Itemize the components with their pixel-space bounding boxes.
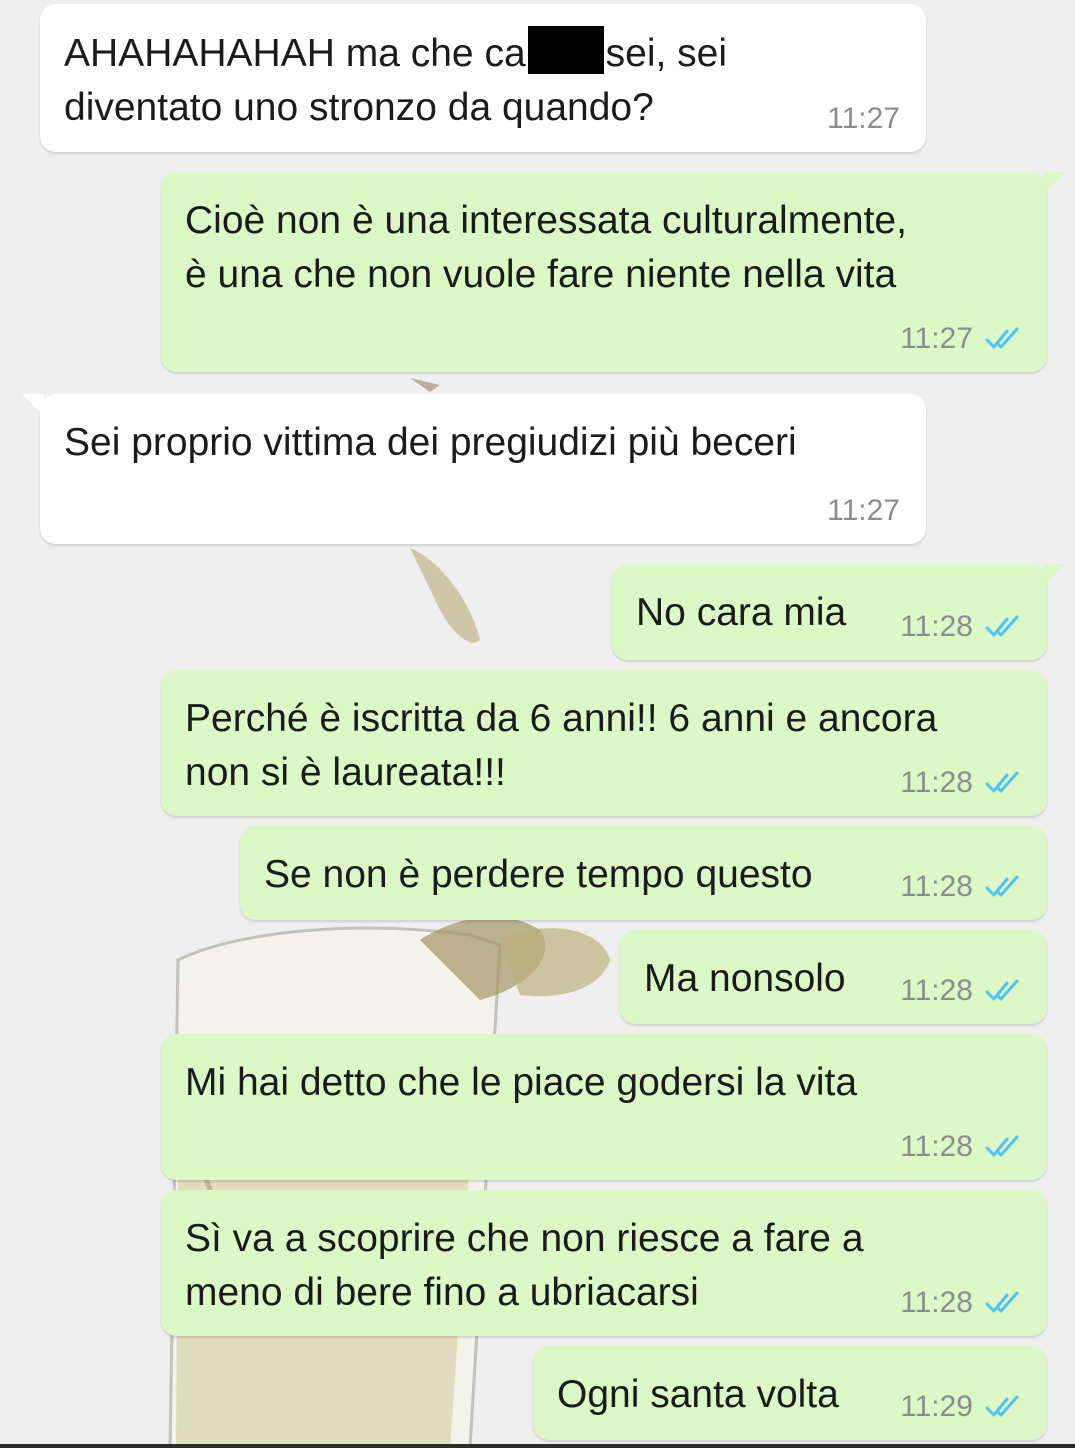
message-bubble-outgoing[interactable]: Sì va a scoprire che non riesce a fare a… — [161, 1190, 1047, 1336]
message-text: Cioè non è una interessata culturalmente… — [185, 199, 907, 296]
message-text: Sì va a scoprire che non riesce a fare a… — [185, 1217, 864, 1314]
message-time: 11:28 — [900, 1286, 973, 1319]
message-meta: 11:28 — [900, 766, 1021, 800]
message-text: Perché è iscritta da 6 anni!! 6 anni e a… — [185, 697, 938, 794]
message-meta: 11:27 — [827, 102, 900, 136]
message-text: AHAHAHAHAH ma che ca sei, sei diventato u… — [64, 26, 727, 135]
message-time: 11:28 — [900, 974, 973, 1007]
double-check-icon — [985, 979, 1019, 1001]
double-check-icon — [985, 1135, 1019, 1157]
message-meta: 11:28 — [900, 610, 1021, 644]
message-time: 11:28 — [900, 766, 973, 799]
double-check-icon — [985, 327, 1019, 349]
message-time: 11:28 — [900, 870, 973, 903]
message-time: 11:29 — [900, 1390, 973, 1423]
message-text: Mi hai detto che le piace godersi la vit… — [185, 1061, 858, 1104]
double-check-icon — [985, 771, 1019, 793]
double-check-icon — [985, 615, 1019, 637]
message-bubble-outgoing[interactable]: Perché è iscritta da 6 anni!! 6 anni e a… — [161, 670, 1047, 816]
message-time: 11:27 — [827, 102, 900, 135]
message-text: Ma nonsolo — [644, 957, 846, 1000]
message-time: 11:27 — [827, 494, 900, 527]
message-bubble-outgoing[interactable]: No cara mia 11:28 — [612, 564, 1065, 660]
message-bubble-outgoing[interactable]: Se non è perdere tempo questo 11:28 — [240, 826, 1047, 920]
double-check-icon — [985, 1291, 1019, 1313]
double-check-icon — [985, 1395, 1019, 1417]
message-meta: 11:28 — [900, 1130, 1021, 1164]
double-check-icon — [985, 875, 1019, 897]
message-time: 11:28 — [900, 1130, 973, 1163]
message-text: No cara mia — [636, 591, 847, 634]
message-bubble-outgoing[interactable]: Cioè non è una interessata culturalmente… — [161, 172, 1065, 372]
message-time: 11:27 — [900, 322, 973, 355]
message-meta: 11:28 — [900, 974, 1021, 1008]
message-meta: 11:27 — [900, 322, 1021, 356]
message-meta: 11:28 — [900, 870, 1021, 904]
message-text: Se non è perdere tempo questo — [264, 853, 813, 896]
message-bubble-outgoing[interactable]: Ogni santa volta 11:29 — [533, 1346, 1047, 1440]
message-bubble-outgoing[interactable]: Mi hai detto che le piace godersi la vit… — [161, 1034, 1047, 1180]
bottom-edge — [0, 1444, 1075, 1448]
message-bubble-incoming[interactable]: AHAHAHAHAH ma che ca sei, sei diventato u… — [40, 4, 926, 152]
message-bubble-outgoing[interactable]: Ma nonsolo 11:28 — [620, 930, 1047, 1024]
message-text: Ogni santa volta — [557, 1373, 839, 1416]
message-text: Sei proprio vittima dei pregiudizi più b… — [64, 421, 797, 464]
message-meta: 11:27 — [827, 494, 900, 528]
message-meta: 11:29 — [900, 1390, 1021, 1424]
message-time: 11:28 — [900, 610, 973, 643]
message-bubble-incoming[interactable]: Sei proprio vittima dei pregiudizi più b… — [22, 394, 926, 544]
message-meta: 11:28 — [900, 1286, 1021, 1320]
redaction-block — [527, 26, 604, 74]
